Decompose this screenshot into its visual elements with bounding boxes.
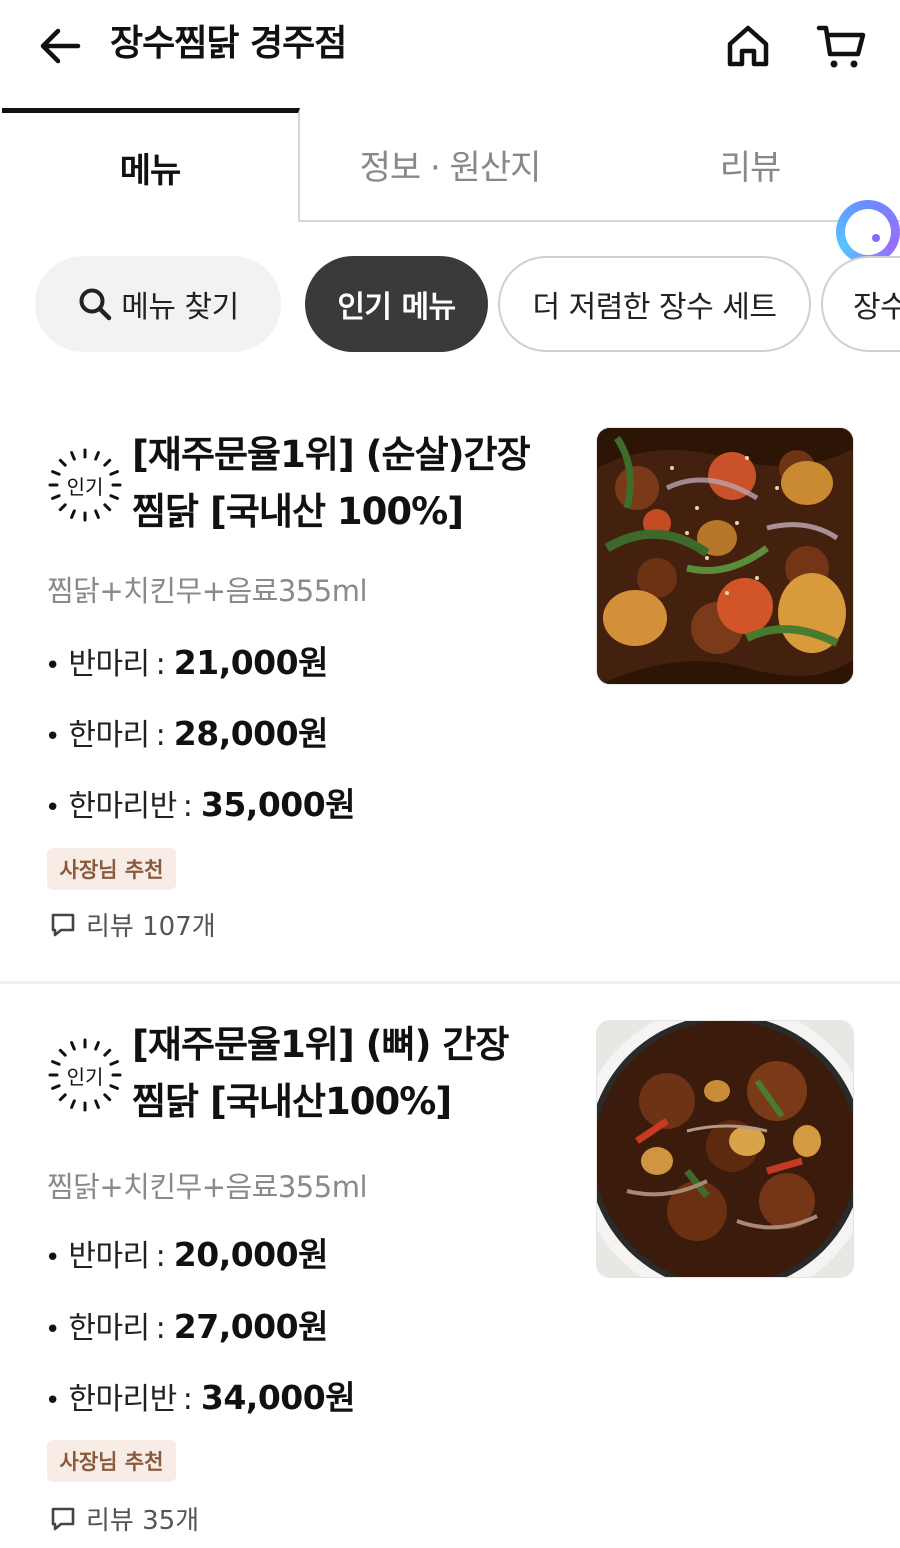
price-label: 한마리반 — [68, 789, 177, 824]
review-count-label: 리뷰 35개 — [86, 1506, 200, 1536]
category-chips: 메뉴 찾기 인기 메뉴 더 저렴한 장수 세트 장수 — [0, 256, 900, 354]
bullet-icon: • — [45, 1386, 61, 1416]
price-value: 21,000원 — [173, 643, 329, 682]
price-separator: : — [155, 1239, 166, 1274]
popular-badge-label: 인기 — [66, 1064, 104, 1089]
back-arrow-icon — [40, 28, 81, 64]
price-row: • 반마리 : 21,000원 — [45, 636, 328, 682]
chip-popular-menu[interactable]: 인기 메뉴 — [305, 256, 488, 352]
owner-recommend-badge: 사장님 추천 — [47, 848, 176, 890]
owner-recommend-badge: 사장님 추천 — [47, 1440, 176, 1482]
bullet-icon: • — [45, 1243, 61, 1273]
review-count[interactable]: 리뷰 35개 — [50, 1500, 199, 1537]
menu-item-name-line: 찜닭 [국내산100%] — [132, 1080, 452, 1123]
tab-menu[interactable]: 메뉴 — [2, 108, 300, 222]
price-row: • 반마리 : 20,000원 — [45, 1228, 328, 1274]
home-button[interactable] — [722, 20, 774, 72]
price-label: 한마리 — [68, 1311, 150, 1346]
price-value: 34,000원 — [200, 1378, 356, 1417]
price-label: 한마리 — [68, 718, 150, 753]
review-count[interactable]: 리뷰 107개 — [50, 906, 216, 943]
price-row: • 한마리 : 27,000원 — [45, 1300, 328, 1346]
bullet-icon: • — [45, 722, 61, 752]
braised-chicken-photo — [597, 428, 853, 684]
speech-bubble-icon — [50, 1506, 76, 1532]
review-count-label: 리뷰 107개 — [86, 912, 216, 942]
tab-bar: 메뉴 정보 · 원산지 리뷰 — [0, 108, 900, 222]
speech-bubble-icon — [50, 912, 76, 938]
menu-search-label: 메뉴 찾기 — [121, 290, 239, 325]
popular-badge: 인기 — [46, 1036, 124, 1114]
popular-badge: 인기 — [46, 446, 124, 524]
menu-item[interactable]: 인기 [재주문율1위] (뼈) 간장 찜닭 [국내산100%] 찜닭+치킨무+음… — [0, 990, 900, 1548]
chip-cheaper-set[interactable]: 더 저렴한 장수 세트 — [498, 256, 811, 352]
menu-search-chip[interactable]: 메뉴 찾기 — [35, 256, 281, 352]
chip-jangsu[interactable]: 장수 — [821, 256, 900, 352]
price-separator: : — [182, 789, 193, 824]
price-label: 반마리 — [68, 647, 150, 682]
price-separator: : — [182, 1382, 193, 1417]
price-label: 한마리반 — [68, 1382, 177, 1417]
menu-item-name-line: [재주문율1위] (순살)간장 — [132, 433, 531, 476]
price-row: • 한마리 : 28,000원 — [45, 707, 328, 753]
menu-item-name-line: 찜닭 [국내산 100%] — [132, 490, 464, 533]
bullet-icon: • — [45, 651, 61, 681]
menu-item-photo[interactable] — [596, 1020, 854, 1278]
price-value: 27,000원 — [173, 1307, 329, 1346]
menu-item-photo[interactable] — [596, 427, 854, 685]
page-title: 장수찜닭 경주점 — [110, 23, 347, 64]
bullet-icon: • — [45, 793, 61, 823]
cart-icon — [816, 25, 866, 68]
floating-assistant-button[interactable] — [836, 200, 900, 264]
price-value: 20,000원 — [173, 1235, 329, 1274]
cart-button[interactable] — [814, 20, 870, 72]
bullet-icon: • — [45, 1315, 61, 1345]
search-icon — [77, 286, 113, 322]
menu-item-name-line: [재주문율1위] (뼈) 간장 — [132, 1023, 509, 1066]
price-value: 28,000원 — [173, 714, 329, 753]
menu-item-name: [재주문율1위] (뼈) 간장 찜닭 [국내산100%] — [132, 1016, 562, 1130]
back-button[interactable] — [36, 24, 84, 68]
price-separator: : — [155, 1311, 166, 1346]
menu-item-description: 찜닭+치킨무+음료355ml — [47, 574, 368, 608]
price-label: 반마리 — [68, 1239, 150, 1274]
assistant-dot-icon — [872, 234, 880, 242]
price-separator: : — [155, 647, 166, 682]
price-value: 35,000원 — [200, 785, 356, 824]
price-separator: : — [155, 718, 166, 753]
tab-info-origin[interactable]: 정보 · 원산지 — [300, 108, 600, 222]
popular-badge-label: 인기 — [66, 474, 104, 499]
home-icon — [727, 25, 769, 67]
price-row: • 한마리반 : 35,000원 — [45, 778, 356, 824]
menu-item-name: [재주문율1위] (순살)간장 찜닭 [국내산 100%] — [132, 426, 562, 540]
price-row: • 한마리반 : 34,000원 — [45, 1371, 356, 1417]
app-header: 장수찜닭 경주점 — [0, 0, 900, 96]
braised-chicken-bowl-photo — [597, 1021, 853, 1277]
menu-item[interactable]: 인기 [재주문율1위] (순살)간장 찜닭 [국내산 100%] 찜닭+치킨무+… — [0, 400, 900, 984]
menu-item-description: 찜닭+치킨무+음료355ml — [47, 1170, 368, 1204]
